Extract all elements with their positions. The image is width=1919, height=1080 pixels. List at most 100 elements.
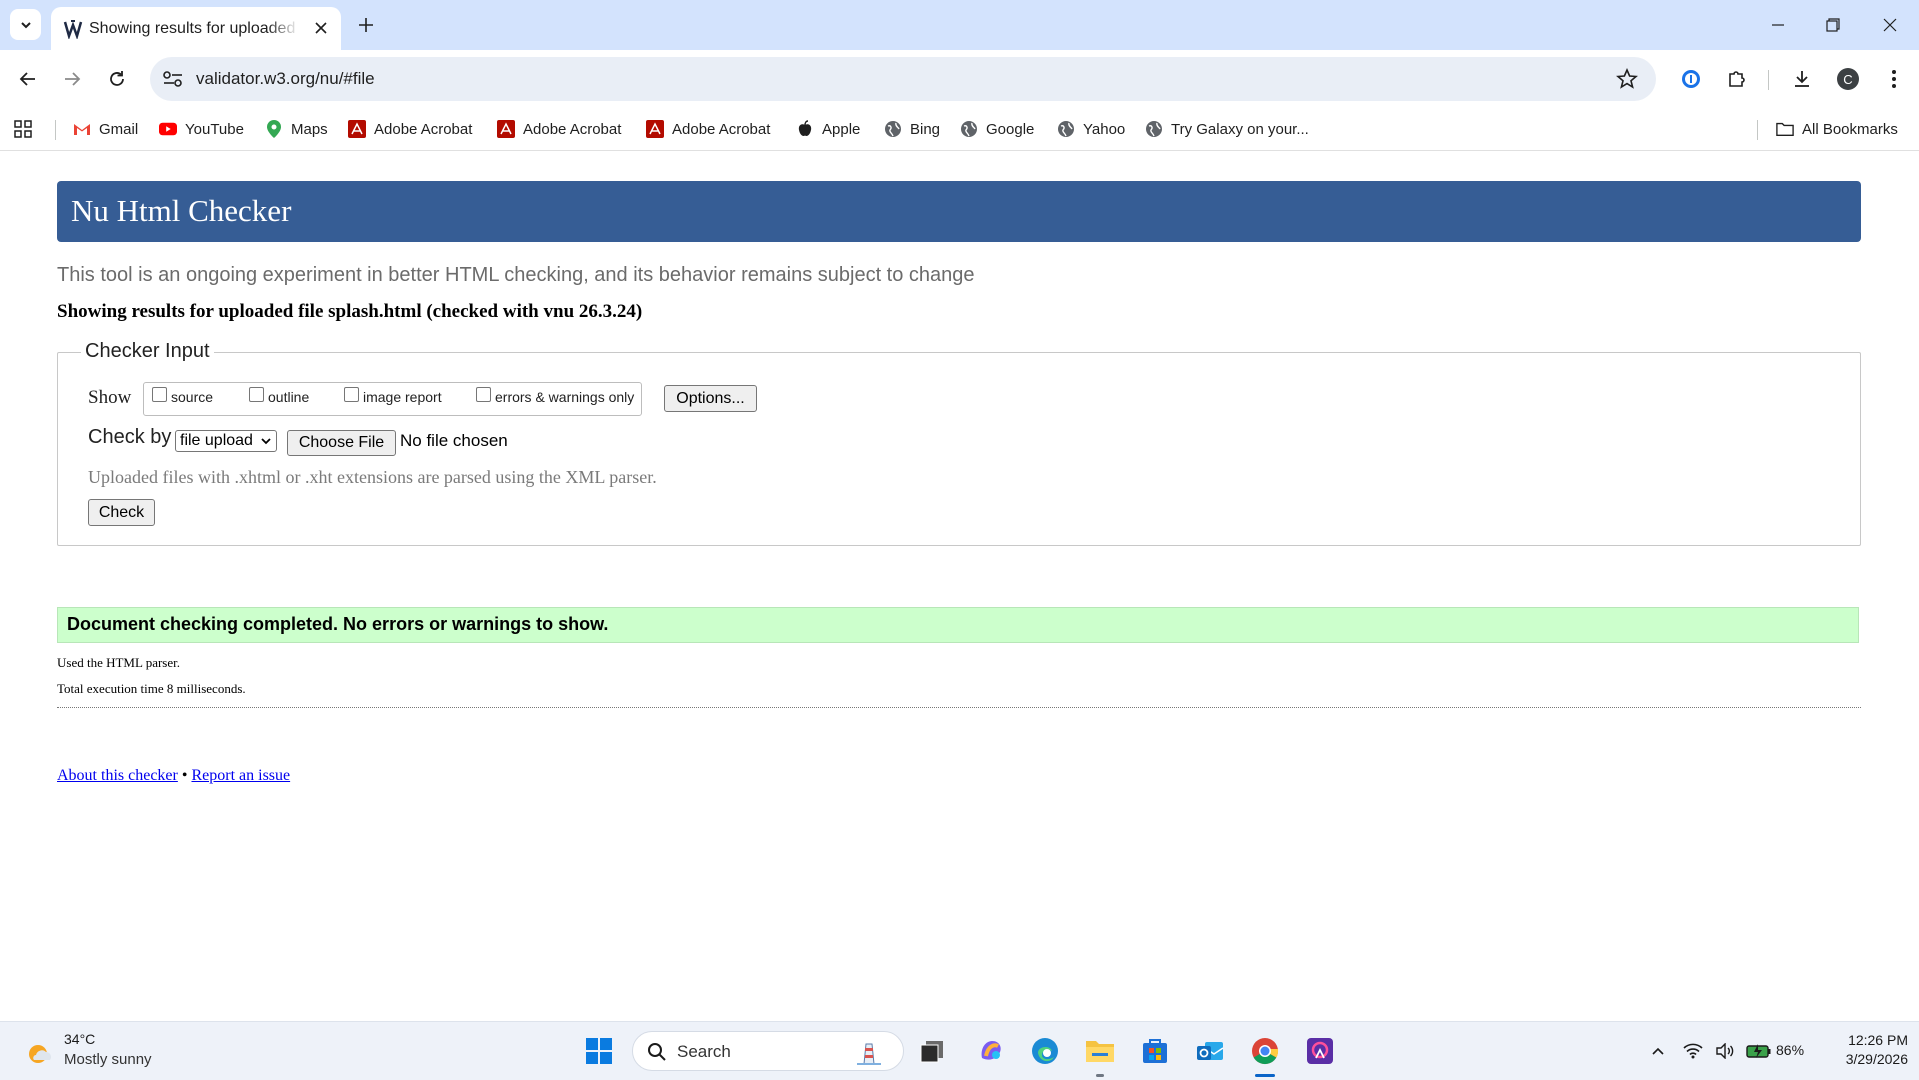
bookmark-apple[interactable]: Apple <box>796 116 860 142</box>
tab-search-button[interactable] <box>10 9 41 40</box>
clock-date: 3/29/2026 <box>1845 1051 1908 1067</box>
back-button[interactable] <box>13 64 43 94</box>
show-errors-warnings-option[interactable]: errors & warnings only <box>476 386 634 405</box>
source-checkbox[interactable] <box>152 386 167 402</box>
option-label: image report <box>363 389 442 405</box>
globe-icon <box>1058 121 1074 137</box>
password-manager-extension[interactable] <box>1676 64 1706 94</box>
profile-button[interactable]: C <box>1833 64 1863 94</box>
extensions-button[interactable] <box>1722 64 1752 94</box>
bookmarks-divider <box>1757 120 1758 140</box>
show-source-option[interactable]: source <box>152 386 213 405</box>
file-explorer-button[interactable] <box>1083 1034 1117 1068</box>
success-banner: Document checking completed. No errors o… <box>57 607 1859 643</box>
reload-button[interactable] <box>102 64 132 94</box>
store-icon <box>1143 1039 1167 1063</box>
bookmark-gmail[interactable]: Gmail <box>73 116 138 142</box>
browser-menu-button[interactable] <box>1879 64 1909 94</box>
microsoft-store-button[interactable] <box>1138 1034 1172 1068</box>
bookmark-bing[interactable]: Bing <box>884 116 940 142</box>
restore-button[interactable] <box>1813 10 1853 40</box>
task-view-icon <box>920 1041 943 1063</box>
app-button-purple[interactable] <box>1303 1034 1337 1068</box>
tab-title: Showing results for uploaded file splash… <box>89 20 299 37</box>
task-view-button[interactable] <box>915 1034 949 1068</box>
outline-checkbox[interactable] <box>249 386 264 402</box>
all-bookmarks-button[interactable]: All Bookmarks <box>1776 116 1898 142</box>
image-report-checkbox[interactable] <box>344 386 359 402</box>
report-issue-link[interactable]: Report an issue <box>191 767 290 784</box>
check-by-select[interactable]: file upload <box>175 430 277 452</box>
globe-icon <box>885 121 901 137</box>
app-icon <box>1307 1038 1333 1064</box>
errors-warnings-checkbox[interactable] <box>476 386 491 402</box>
weather-sunny-icon[interactable] <box>24 1038 54 1068</box>
divider <box>57 707 1861 708</box>
options-button[interactable]: Options... <box>664 385 757 412</box>
address-bar[interactable]: validator.w3.org/nu/#file <box>150 57 1656 101</box>
weather-temperature[interactable]: 34°C <box>64 1031 95 1047</box>
outlook-button[interactable] <box>1193 1034 1227 1068</box>
bookmark-try-galaxy[interactable]: Try Galaxy on your... <box>1145 116 1309 142</box>
reload-icon <box>110 71 124 86</box>
bookmark-star-icon[interactable] <box>1616 68 1638 90</box>
chrome-button[interactable] <box>1248 1034 1282 1068</box>
bookmark-yahoo[interactable]: Yahoo <box>1057 116 1125 142</box>
page-header: Nu Html Checker <box>57 181 1861 242</box>
minimize-button[interactable] <box>1758 10 1798 40</box>
show-outline-option[interactable]: outline <box>249 386 310 405</box>
show-hidden-icons-button[interactable] <box>1641 1034 1675 1068</box>
bookmark-label: Adobe Acrobat <box>523 120 622 138</box>
bookmark-maps[interactable]: Maps <box>265 116 328 142</box>
close-tab-icon[interactable] <box>311 18 331 38</box>
battery-button[interactable] <box>1745 1034 1773 1068</box>
about-checker-link[interactable]: About this checker <box>57 767 178 784</box>
check-by-label: Check by <box>88 426 172 448</box>
taskbar-search[interactable]: Search <box>632 1031 904 1071</box>
footer-links: About this checker • Report an issue <box>57 767 290 785</box>
search-icon <box>648 1043 666 1061</box>
acrobat-icon <box>497 120 515 138</box>
wifi-icon <box>1683 1043 1703 1059</box>
weather-description[interactable]: Mostly sunny <box>64 1051 152 1068</box>
choose-file-button[interactable]: Choose File <box>287 430 396 456</box>
site-info-icon[interactable] <box>162 69 184 89</box>
network-button[interactable] <box>1680 1034 1706 1068</box>
close-window-button[interactable] <box>1870 10 1910 40</box>
edge-icon <box>1032 1038 1058 1064</box>
bookmark-adobe-acrobat-3[interactable]: Adobe Acrobat <box>646 116 770 142</box>
file-status: No file chosen <box>400 431 508 450</box>
outlook-icon <box>1197 1042 1224 1060</box>
chevron-up-icon <box>1652 1047 1664 1055</box>
apps-button[interactable] <box>14 116 32 142</box>
bookmarks-divider <box>55 120 56 140</box>
new-tab-button[interactable] <box>354 13 378 37</box>
toolbar-divider <box>1768 70 1769 90</box>
arrow-right-icon <box>65 72 81 86</box>
show-image-report-option[interactable]: image report <box>344 386 442 405</box>
bookmark-adobe-acrobat-2[interactable]: Adobe Acrobat <box>497 116 621 142</box>
globe-icon <box>961 121 977 137</box>
system-clock[interactable]: 12:26 PM 3/29/2026 <box>1822 1031 1908 1069</box>
folder-icon <box>1776 122 1794 136</box>
downloads-button[interactable] <box>1787 64 1817 94</box>
option-label: outline <box>268 389 310 405</box>
forward-button[interactable] <box>57 64 87 94</box>
edge-button[interactable] <box>1028 1034 1062 1068</box>
start-button[interactable] <box>582 1034 616 1068</box>
maps-icon <box>267 120 281 138</box>
speaker-icon <box>1716 1043 1734 1059</box>
url-text[interactable]: validator.w3.org/nu/#file <box>196 68 375 90</box>
check-button[interactable]: Check <box>88 499 155 526</box>
password-manager-icon <box>1682 70 1700 88</box>
volume-button[interactable] <box>1712 1034 1738 1068</box>
battery-percent: 86% <box>1776 1042 1805 1058</box>
lighthouse-icon <box>857 1043 881 1065</box>
bookmark-adobe-acrobat-1[interactable]: Adobe Acrobat <box>348 116 472 142</box>
copilot-button[interactable] <box>974 1034 1008 1068</box>
bookmark-google[interactable]: Google <box>960 116 1034 142</box>
bookmark-youtube[interactable]: YouTube <box>159 116 244 142</box>
bookmark-label: Yahoo <box>1083 120 1126 138</box>
restore-icon <box>1826 18 1840 32</box>
active-tab[interactable]: Showing results for uploaded file splash… <box>51 7 341 50</box>
